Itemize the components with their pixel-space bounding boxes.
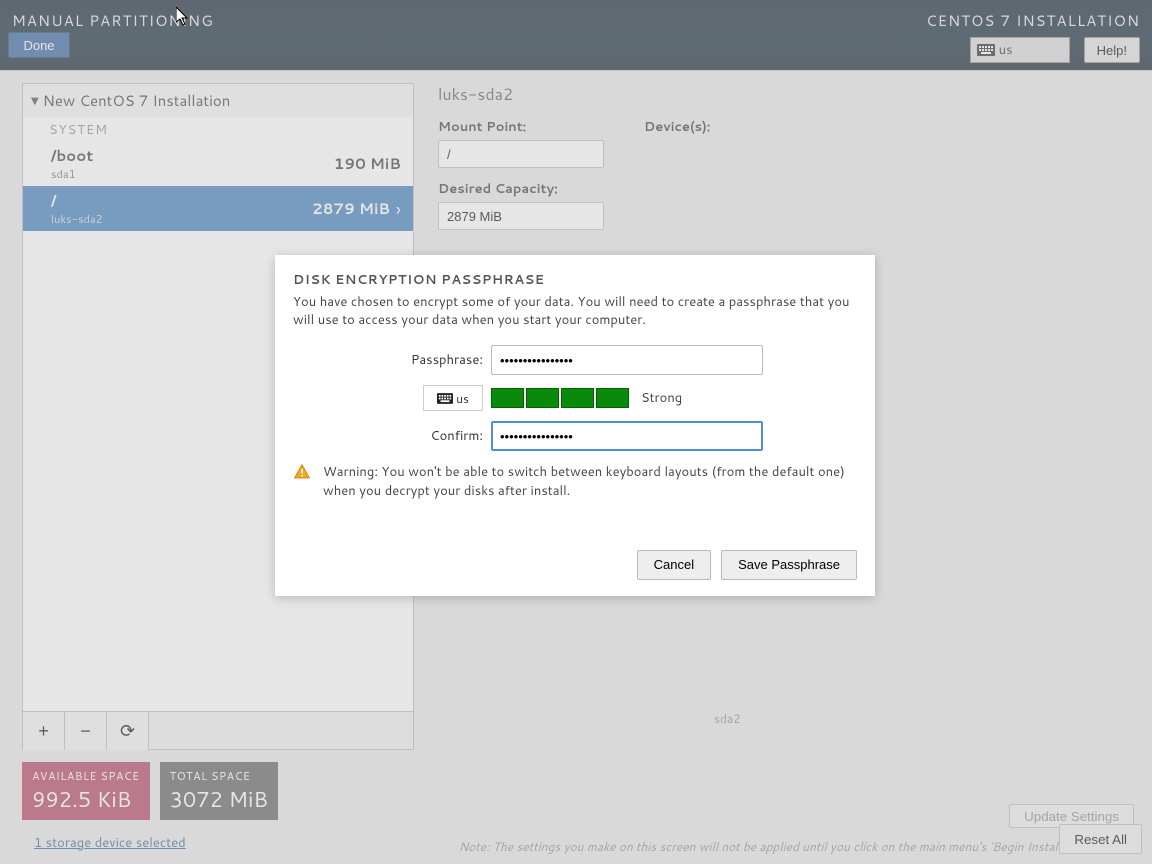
confirm-label: Confirm:	[293, 427, 483, 445]
dialog-description: You have chosen to encrypt some of your …	[293, 293, 857, 329]
save-passphrase-button[interactable]: Save Passphrase	[721, 550, 857, 580]
warning-text: Warning: You won't be able to switch bet…	[323, 463, 857, 499]
cancel-button[interactable]: Cancel	[637, 550, 711, 580]
encryption-passphrase-dialog: DISK ENCRYPTION PASSPHRASE You have chos…	[275, 255, 875, 596]
passphrase-input[interactable]	[491, 345, 763, 375]
warning-row: Warning: You won't be able to switch bet…	[293, 463, 857, 499]
passphrase-label: Passphrase:	[293, 351, 483, 369]
strength-row: us Strong	[293, 385, 857, 411]
keyboard-icon	[437, 393, 453, 404]
strength-label: Strong	[641, 389, 682, 407]
confirm-input[interactable]	[491, 421, 763, 451]
strength-meter	[491, 388, 629, 408]
dialog-title: DISK ENCRYPTION PASSPHRASE	[293, 271, 857, 289]
keyboard-layout-small[interactable]: us	[423, 385, 483, 411]
keyboard-layout-text: us	[456, 390, 469, 407]
warning-icon	[293, 463, 311, 481]
